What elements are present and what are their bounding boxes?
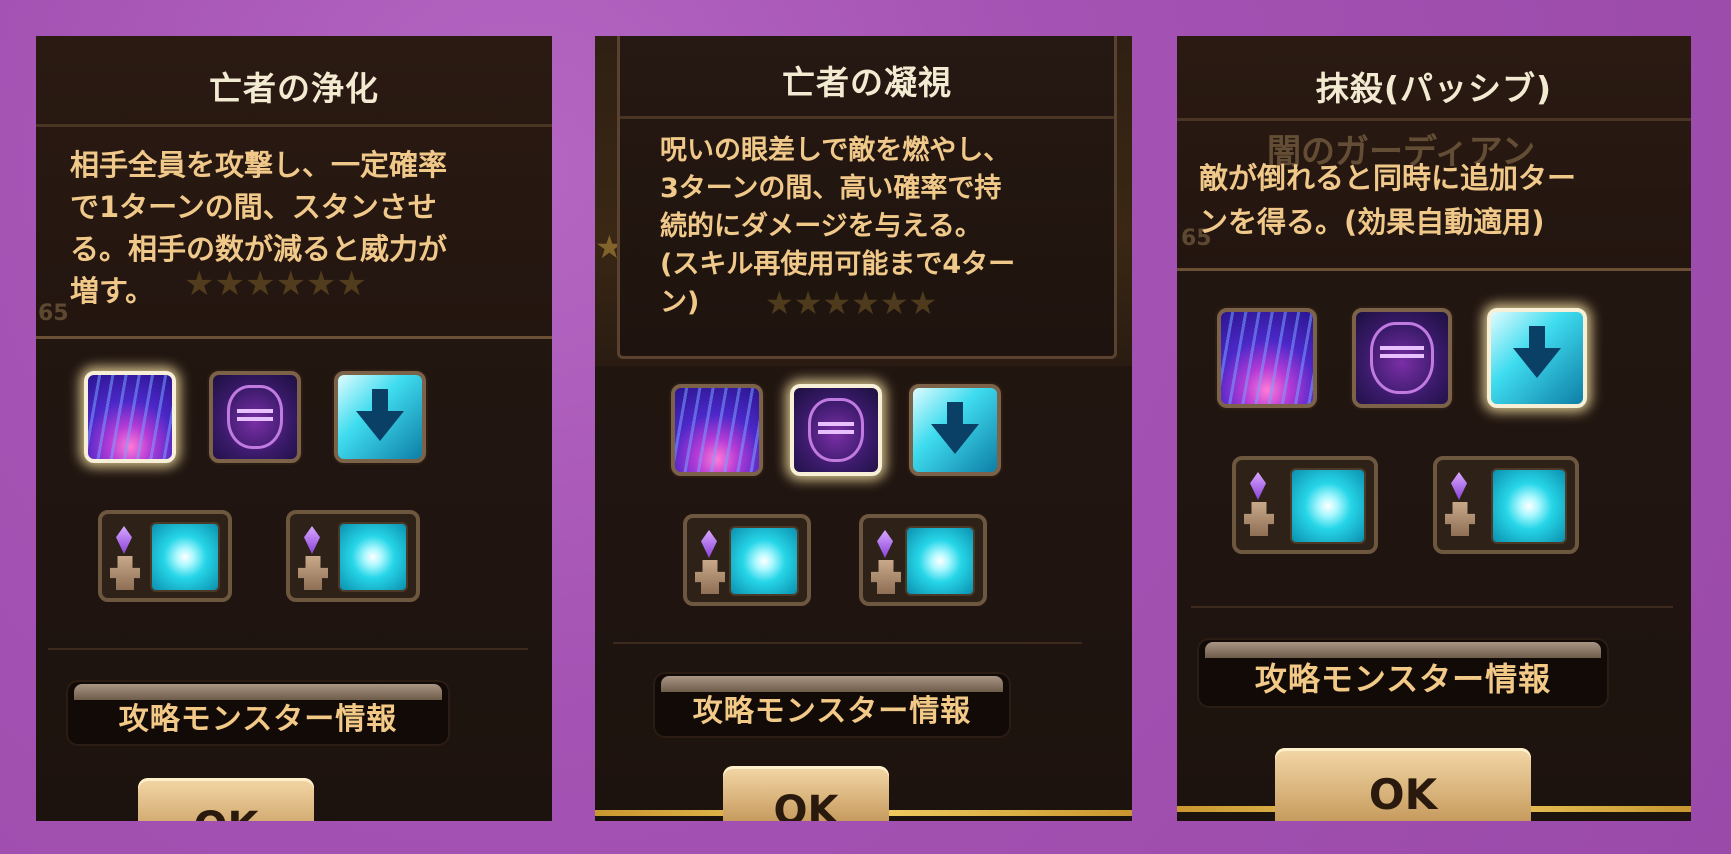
skill-1-button[interactable]: [671, 384, 763, 476]
cyan-burst-icon: [729, 526, 799, 596]
cyan-burst-icon: [1290, 468, 1366, 544]
skill-description: 敵が倒れると同時に追加ター ンを得る。(効果自動適用): [1199, 156, 1669, 244]
monster-info-button[interactable]: 攻略モンスター情報: [1197, 638, 1609, 708]
skill-detail-panel-2: ★ 65 ★★★★★★ 亡者の凝視 呪いの眼差しで敵を燃やし、 3ターンの間、高…: [595, 36, 1132, 821]
title-divider: [1177, 118, 1691, 121]
description-line: る。相手の数が減ると威力が: [70, 232, 448, 266]
section-divider: [48, 648, 528, 650]
crystal-icon: [116, 526, 132, 554]
skill-title: 亡者の凝視: [782, 63, 952, 102]
ok-button[interactable]: OK: [138, 778, 314, 821]
monster-info-label: 攻略モンスター情報: [692, 694, 972, 729]
description-line: 呪いの眼差しで敵を燃やし、: [660, 135, 1011, 166]
monster-info-button[interactable]: 攻略モンスター情報: [66, 680, 450, 746]
skill-1-button[interactable]: [1217, 308, 1317, 408]
skill-title: 亡者の浄化: [209, 69, 379, 108]
down-arrow-icon: [931, 424, 979, 454]
monster-info-label: 攻略モンスター情報: [1254, 660, 1552, 698]
down-arrow-icon: [1513, 348, 1561, 378]
ghost-level: 65: [38, 301, 69, 326]
crystal-icon: [701, 530, 717, 558]
skill-tooltip: ★★★★★★ 亡者の凝視 呪いの眼差しで敵を燃やし、 3ターンの間、高い確率で持…: [617, 36, 1117, 359]
monster-info-button[interactable]: 攻略モンスター情報: [653, 672, 1011, 738]
pedestal-icon: [695, 560, 725, 594]
pedestal-icon: [1445, 502, 1475, 536]
rune-slot-2[interactable]: [859, 514, 987, 606]
title-divider: [36, 124, 552, 127]
description-line: 続的にダメージを与える。: [660, 211, 982, 242]
pedestal-icon: [110, 556, 140, 590]
description-line: ン): [660, 287, 700, 318]
cyan-burst-icon: [1491, 468, 1567, 544]
skill-2-button[interactable]: [209, 371, 301, 463]
down-arrow-icon: [356, 411, 404, 441]
skill-3-button[interactable]: [1487, 308, 1587, 408]
skill-2-button[interactable]: [790, 384, 882, 476]
ok-button[interactable]: OK: [723, 766, 889, 821]
skill-title: 抹殺(パッシブ): [1315, 69, 1553, 108]
description-line: 相手全員を攻撃し、一定確率: [70, 148, 448, 182]
skill-detail-panel-3: 闇のガーディアン 65 抹殺(パッシブ) 敵が倒れると同時に追加ター ンを得る。…: [1177, 36, 1691, 821]
skill-header: 闇のガーディアン 65 抹殺(パッシブ) 敵が倒れると同時に追加ター ンを得る。…: [1177, 36, 1691, 271]
description-line: 3ターンの間、高い確率で持: [660, 173, 1002, 204]
skill-header: ★★★★★★ 65 亡者の浄化 相手全員を攻撃し、一定確率 で1ターンの間、スタ…: [36, 36, 552, 339]
pedestal-icon: [298, 556, 328, 590]
section-divider: [1191, 606, 1673, 608]
crystal-icon: [304, 526, 320, 554]
title-divider: [620, 116, 1114, 119]
skill-3-button[interactable]: [334, 371, 426, 463]
description-line: ンを得る。(効果自動適用): [1199, 205, 1545, 239]
skill-3-button[interactable]: [909, 384, 1001, 476]
skill-description: 呪いの眼差しで敵を燃やし、 3ターンの間、高い確率で持 続的にダメージを与える。…: [660, 132, 1104, 322]
ok-label: OK: [1368, 770, 1438, 819]
cyan-burst-icon: [150, 522, 220, 592]
skill-1-button[interactable]: [84, 371, 176, 463]
section-divider: [613, 642, 1082, 644]
crystal-icon: [1451, 472, 1467, 500]
skill-description: 相手全員を攻撃し、一定確率 で1ターンの間、スタンさせ る。相手の数が減ると威力…: [70, 144, 530, 312]
description-line: で1ターンの間、スタンさせ: [70, 190, 437, 224]
cyan-burst-icon: [338, 522, 408, 592]
pedestal-icon: [871, 560, 901, 594]
rune-slot-1[interactable]: [1232, 456, 1378, 554]
skill-detail-panel-1: ★★★★★★ 65 亡者の浄化 相手全員を攻撃し、一定確率 で1ターンの間、スタ…: [36, 36, 552, 821]
pedestal-icon: [1244, 502, 1274, 536]
description-line: (スキル再使用可能まで4ター: [660, 249, 1016, 280]
rune-slot-1[interactable]: [683, 514, 811, 606]
crystal-icon: [1250, 472, 1266, 500]
rune-slot-2[interactable]: [1433, 456, 1579, 554]
cyan-burst-icon: [905, 526, 975, 596]
crystal-icon: [877, 530, 893, 558]
description-line: 敵が倒れると同時に追加ター: [1199, 161, 1577, 195]
rune-slot-1[interactable]: [98, 510, 232, 602]
description-line: 増す。: [70, 274, 155, 308]
monster-info-label: 攻略モンスター情報: [118, 702, 398, 737]
ok-button[interactable]: OK: [1275, 748, 1531, 821]
skill-2-button[interactable]: [1352, 308, 1452, 408]
rune-slot-2[interactable]: [286, 510, 420, 602]
ok-label: OK: [773, 788, 839, 821]
ok-label: OK: [138, 804, 314, 821]
